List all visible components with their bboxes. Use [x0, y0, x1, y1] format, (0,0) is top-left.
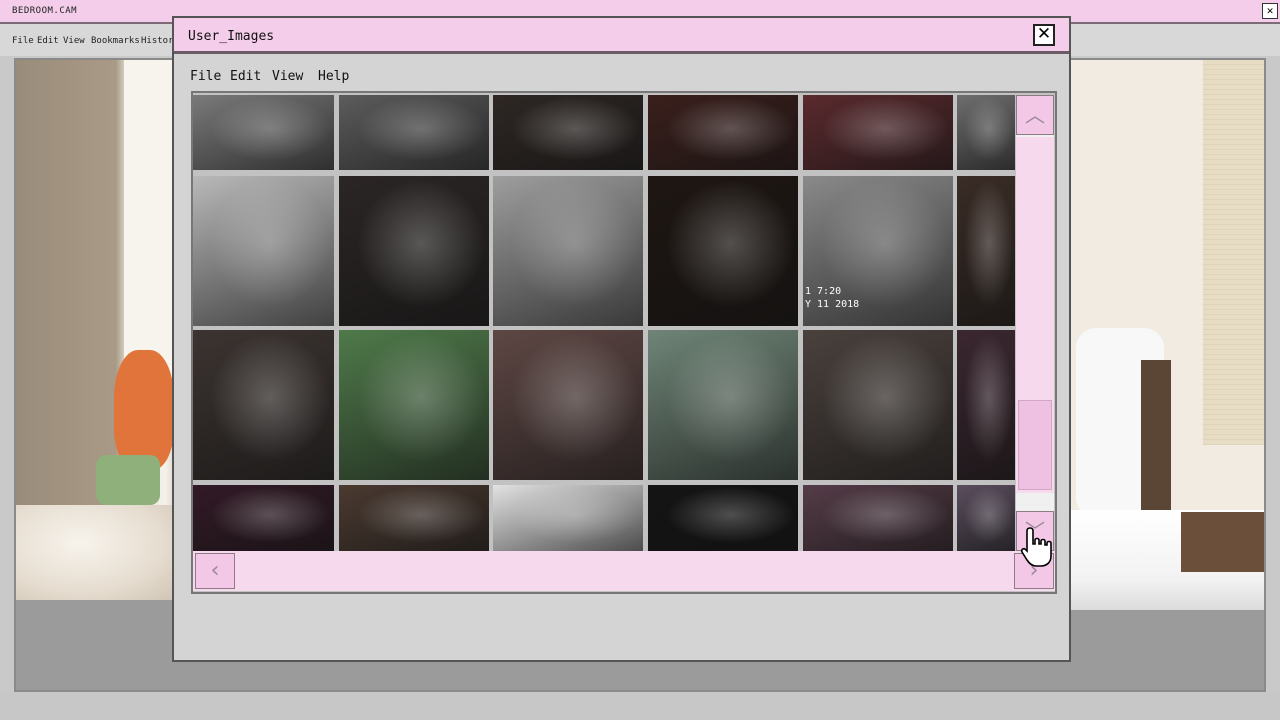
- vertical-scroll-track[interactable]: [1016, 137, 1054, 493]
- menu-view[interactable]: View: [272, 69, 303, 84]
- image-thumbnail[interactable]: 1 7:20 Y 11 2018: [803, 176, 953, 326]
- dialog-title: User_Images: [188, 29, 275, 44]
- menu-file[interactable]: File: [190, 69, 221, 84]
- bg-fluffy-rug: [16, 505, 176, 600]
- vertical-scrollbar[interactable]: ︿ ﹀: [1016, 95, 1054, 551]
- image-thumbnail[interactable]: [339, 95, 489, 170]
- scroll-left-button[interactable]: ‹: [195, 553, 235, 589]
- thumbnail-grid: 1 7:20 Y 11 2018: [193, 95, 1015, 551]
- image-thumbnail[interactable]: [339, 330, 489, 480]
- bg-menu-bookmarks[interactable]: Bookmarks: [91, 36, 140, 46]
- close-icon[interactable]: ✕: [1033, 24, 1055, 46]
- bg-nightstand: [1181, 512, 1264, 572]
- image-thumbnail[interactable]: [493, 330, 643, 480]
- bg-window-blind: [1203, 60, 1264, 445]
- image-thumbnail[interactable]: [803, 330, 953, 480]
- image-thumbnail[interactable]: [493, 176, 643, 326]
- bg-pumpkin: [114, 350, 174, 470]
- image-thumbnail[interactable]: [493, 485, 643, 551]
- bg-headboard: [1141, 360, 1171, 520]
- background-window-title: BEDROOM.CAM: [12, 6, 78, 16]
- scroll-up-button[interactable]: ︿: [1016, 95, 1054, 135]
- background-bottom-bar: [0, 692, 1280, 720]
- menu-help[interactable]: Help: [318, 69, 349, 84]
- bg-menu-file[interactable]: File: [12, 36, 34, 46]
- bg-menu-view[interactable]: View: [63, 36, 85, 46]
- image-thumbnail[interactable]: [957, 95, 1015, 170]
- image-thumbnail[interactable]: [648, 176, 798, 326]
- hand-cursor-icon: [1020, 527, 1052, 567]
- image-thumbnail[interactable]: [193, 485, 334, 551]
- image-thumbnail[interactable]: [193, 176, 334, 326]
- image-thumbnail[interactable]: [339, 176, 489, 326]
- bg-menu-history[interactable]: Histor: [141, 36, 174, 46]
- image-viewer: 1 7:20 Y 11 2018 ︿ ﹀ ‹ ›: [191, 91, 1057, 594]
- bg-menu-edit[interactable]: Edit: [37, 36, 59, 46]
- user-images-window: User_Images ✕ File Edit View Help 1 7:20…: [172, 16, 1071, 662]
- image-thumbnail[interactable]: [193, 95, 334, 170]
- image-thumbnail[interactable]: [803, 95, 953, 170]
- image-thumbnail[interactable]: [957, 485, 1015, 551]
- background-close-icon[interactable]: ✕: [1262, 3, 1278, 19]
- chevron-up-icon: ︿: [1025, 103, 1045, 127]
- bg-green-object: [96, 455, 160, 505]
- image-thumbnail[interactable]: [957, 330, 1015, 480]
- dialog-menubar: File Edit View Help: [174, 60, 1069, 88]
- image-thumbnail[interactable]: [648, 485, 798, 551]
- image-thumbnail[interactable]: [648, 95, 798, 170]
- menu-edit[interactable]: Edit: [230, 69, 261, 84]
- image-thumbnail[interactable]: [957, 176, 1015, 326]
- image-thumbnail[interactable]: [339, 485, 489, 551]
- timestamp-overlay-time: 1 7:20: [805, 286, 842, 297]
- vertical-scroll-thumb[interactable]: [1018, 400, 1052, 490]
- image-thumbnail[interactable]: [193, 330, 334, 480]
- timestamp-overlay-date: Y 11 2018: [805, 299, 860, 310]
- image-thumbnail[interactable]: [803, 485, 953, 551]
- chevron-left-icon: ‹: [210, 558, 220, 583]
- horizontal-scrollbar[interactable]: ‹ ›: [193, 551, 1055, 591]
- image-thumbnail[interactable]: [493, 95, 643, 170]
- dialog-titlebar[interactable]: User_Images ✕: [174, 18, 1069, 54]
- image-thumbnail[interactable]: [648, 330, 798, 480]
